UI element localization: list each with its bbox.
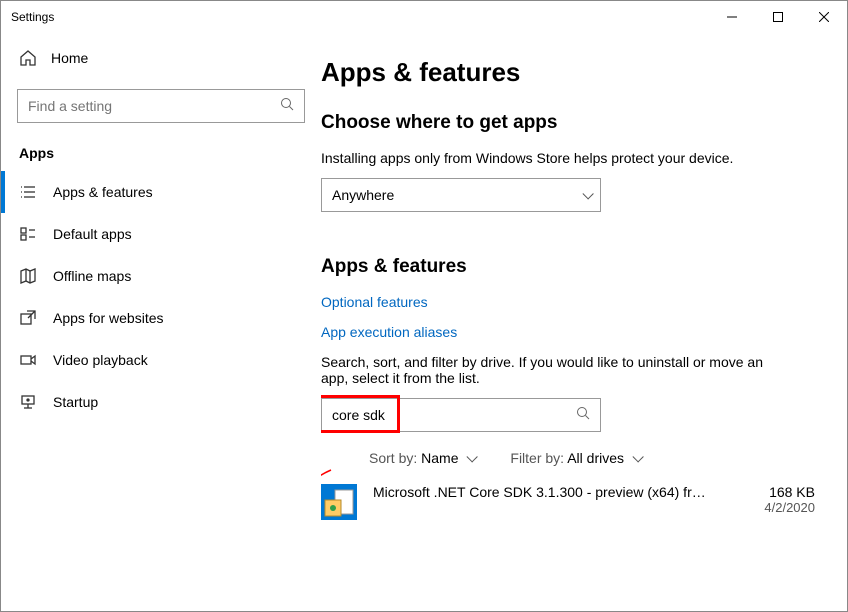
list-icon — [19, 183, 37, 201]
sidebar-item-video-playback[interactable]: Video playback — [1, 339, 321, 381]
search-icon — [576, 406, 590, 425]
sidebar-item-default-apps[interactable]: Default apps — [1, 213, 321, 255]
maximize-button[interactable] — [755, 1, 801, 33]
filter-value: All drives — [567, 450, 624, 466]
dropdown-value: Anywhere — [332, 187, 394, 203]
sidebar-item-label: Video playback — [53, 352, 148, 368]
search-icon — [280, 97, 294, 116]
app-meta: 168 KB 4/2/2020 — [764, 484, 815, 515]
list-heading: Apps & features — [321, 256, 815, 278]
window-controls — [709, 1, 847, 33]
sidebar: Home Apps Apps & features Default apps — [1, 33, 321, 611]
chevron-down-icon — [462, 450, 474, 466]
page-title: Apps & features — [321, 57, 815, 88]
sidebar-item-startup[interactable]: Startup — [1, 381, 321, 423]
source-heading: Choose where to get apps — [321, 112, 815, 134]
find-setting-field[interactable] — [28, 98, 280, 114]
sidebar-item-label: Apps for websites — [53, 310, 164, 326]
sort-value: Name — [421, 450, 458, 466]
sidebar-item-label: Default apps — [53, 226, 132, 242]
close-button[interactable] — [801, 1, 847, 33]
sort-by-control[interactable]: Sort by: Name — [369, 450, 474, 466]
titlebar: Settings — [1, 1, 847, 33]
minimize-button[interactable] — [709, 1, 755, 33]
link-optional-features[interactable]: Optional features — [321, 294, 815, 310]
content-pane: Apps & features Choose where to get apps… — [321, 33, 847, 611]
open-external-icon — [19, 309, 37, 327]
app-search-input[interactable] — [321, 398, 601, 432]
sidebar-item-home[interactable]: Home — [1, 39, 321, 77]
chevron-down-icon — [628, 450, 640, 466]
startup-icon — [19, 393, 37, 411]
sidebar-item-apps-websites[interactable]: Apps for websites — [1, 297, 321, 339]
app-name: Microsoft .NET Core SDK 3.1.300 - previe… — [373, 484, 748, 500]
filter-by-control[interactable]: Filter by: All drives — [510, 450, 640, 466]
install-source-dropdown[interactable]: Anywhere — [321, 178, 601, 212]
app-search-field[interactable] — [332, 407, 576, 423]
sort-label: Sort by: — [369, 450, 417, 466]
home-label: Home — [51, 50, 88, 66]
sidebar-item-apps-features[interactable]: Apps & features — [1, 171, 321, 213]
installer-icon — [321, 484, 357, 520]
defaults-icon — [19, 225, 37, 243]
filter-label: Filter by: — [510, 450, 564, 466]
app-date: 4/2/2020 — [764, 500, 815, 515]
sidebar-item-label: Startup — [53, 394, 98, 410]
window-title: Settings — [11, 10, 54, 24]
find-setting-input[interactable] — [17, 89, 305, 123]
sidebar-item-offline-maps[interactable]: Offline maps — [1, 255, 321, 297]
sidebar-item-label: Apps & features — [53, 184, 153, 200]
app-list-item[interactable]: Microsoft .NET Core SDK 3.1.300 - previe… — [321, 484, 815, 520]
link-app-execution-aliases[interactable]: App execution aliases — [321, 324, 815, 340]
sidebar-item-label: Offline maps — [53, 268, 131, 284]
chevron-down-icon — [578, 187, 590, 203]
search-help-text: Search, sort, and filter by drive. If yo… — [321, 354, 781, 386]
map-icon — [19, 267, 37, 285]
sidebar-section-apps: Apps — [1, 137, 321, 171]
video-icon — [19, 351, 37, 369]
source-description: Installing apps only from Windows Store … — [321, 150, 815, 166]
home-icon — [19, 49, 37, 67]
app-size: 168 KB — [764, 484, 815, 500]
